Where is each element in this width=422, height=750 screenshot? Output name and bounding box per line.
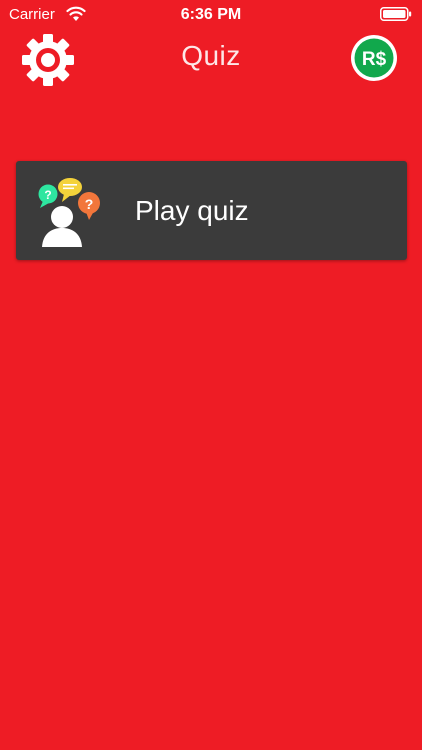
play-quiz-label: Play quiz: [135, 195, 249, 226]
robux-icon[interactable]: R$: [350, 34, 398, 82]
svg-text:?: ?: [85, 196, 94, 212]
robux-label: R$: [362, 49, 387, 70]
quiz-people-icon: ? ?: [38, 178, 100, 247]
svg-text:?: ?: [44, 188, 51, 202]
battery-icon: [380, 7, 412, 21]
nav-bar: Quiz R$: [0, 30, 422, 86]
play-quiz-button[interactable]: ? ? Play quiz: [16, 161, 407, 260]
status-time: 6:36 PM: [180, 6, 242, 23]
status-bar: Carrier 6:36 PM: [0, 0, 422, 30]
